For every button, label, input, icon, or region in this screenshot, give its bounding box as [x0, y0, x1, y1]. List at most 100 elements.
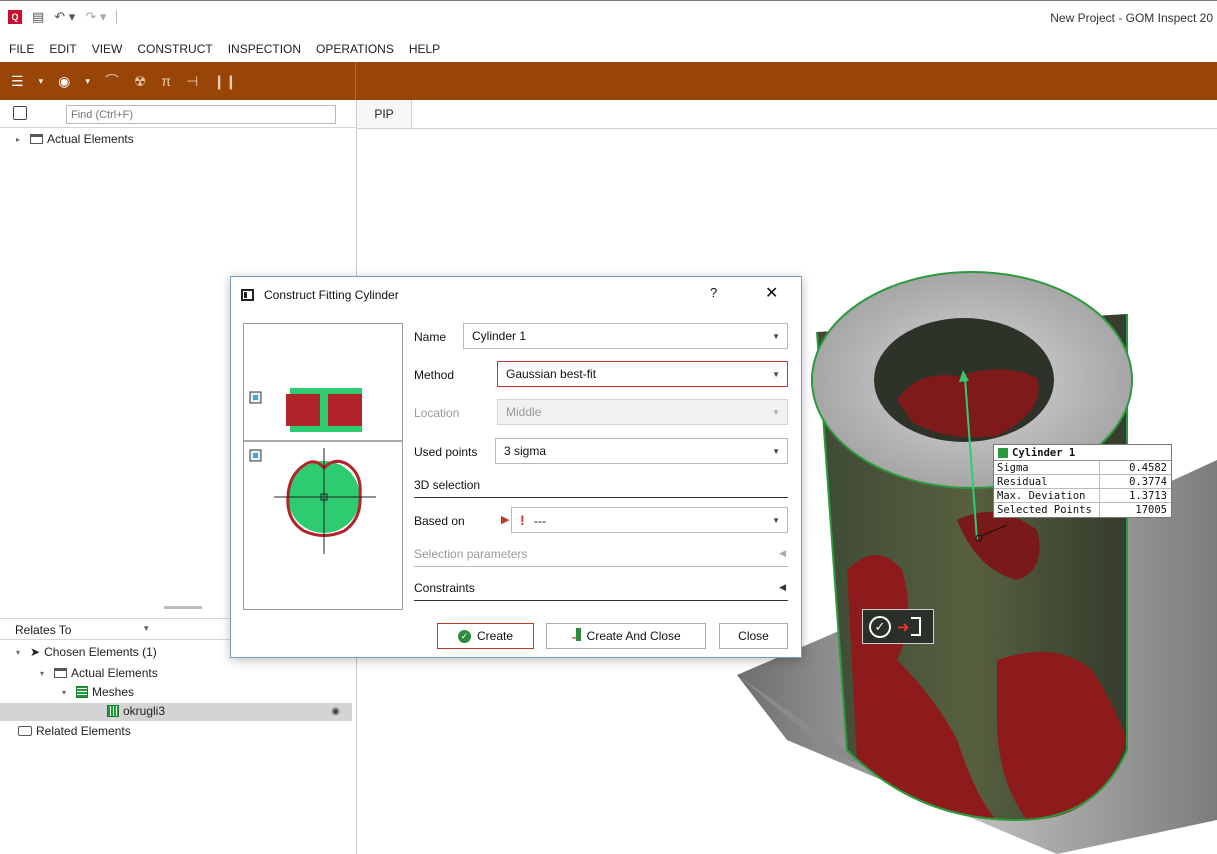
tree-item-chosen-elements[interactable]: ▾ ➤ Chosen Elements (1) — [16, 645, 157, 659]
based-on-value: --- — [534, 514, 547, 528]
section-constraints[interactable]: Constraints ◀ — [414, 581, 788, 601]
create-button[interactable]: ✓ Create — [437, 623, 534, 649]
create-and-close-button[interactable]: ➜ Create And Close — [546, 623, 706, 649]
chevron-down-icon[interactable]: ▼ — [772, 325, 780, 349]
info-key: Max. Deviation — [994, 489, 1100, 502]
chevron-down-icon[interactable]: ▼ — [772, 440, 780, 464]
check-icon: ✓ — [457, 629, 471, 643]
info-row-sigma: Sigma 0.4582 — [994, 461, 1171, 475]
chevron-down-icon: ▼ — [772, 408, 780, 417]
based-on-label: Based on — [414, 514, 465, 528]
chevron-down-icon[interactable]: ▼ — [772, 363, 780, 387]
curve-icon[interactable]: ⊣ — [186, 74, 198, 88]
folder-icon — [54, 668, 67, 678]
location-value: Middle — [506, 405, 542, 419]
used-points-combo[interactable]: 3 sigma ▼ — [495, 438, 788, 464]
side-view-red-left — [286, 394, 320, 426]
app-logo-icon[interactable]: Q — [8, 10, 22, 24]
method-combo[interactable]: Gaussian best-fit ▼ — [497, 361, 788, 387]
selection-mode-icon[interactable] — [13, 106, 27, 120]
info-value: 17005 — [1135, 504, 1167, 516]
construct-fitting-cylinder-dialog: Construct Fitting Cylinder ? ✕ Name Cyli… — [230, 276, 802, 658]
close-button[interactable]: Close — [719, 623, 788, 649]
menu-edit[interactable]: EDIT — [49, 42, 76, 56]
collapse-arrow-icon[interactable]: ▾ — [62, 688, 72, 697]
section-title: 3D selection — [414, 478, 481, 492]
menu-bar: FILE EDIT VIEW CONSTRUCT INSPECTION OPER… — [0, 36, 1217, 62]
info-row-residual: Residual 0.3774 — [994, 475, 1171, 489]
warning-exclamation-icon: ! — [520, 512, 525, 528]
tree-item-actual-elements[interactable]: ▸ Actual Elements — [16, 132, 134, 146]
used-points-label: Used points — [414, 445, 478, 459]
collapse-arrow-icon[interactable]: ▾ — [16, 648, 26, 657]
save-icon[interactable]: ▤ — [32, 10, 44, 24]
used-points-value: 3 sigma — [504, 444, 547, 458]
method-value: Gaussian best-fit — [506, 367, 597, 381]
chevron-down-icon[interactable]: ▾ — [144, 623, 149, 634]
preview-graphics — [244, 388, 402, 554]
tree-item-actual-elements-child[interactable]: ▾ Actual Elements — [40, 666, 158, 680]
panel-splitter[interactable] — [164, 606, 202, 609]
title-bar: Q ▤ ↶ ▾ ↷ ▾ New Project - GOM Inspect 20 — [0, 0, 1217, 36]
nominal-icon[interactable]: ⌒ — [105, 74, 119, 88]
section-title: Constraints — [414, 581, 475, 595]
side-view-cube-face — [253, 395, 258, 400]
info-key: Sigma — [994, 461, 1100, 474]
menu-help[interactable]: HELP — [409, 42, 440, 56]
expand-arrow-icon[interactable]: ◀ — [779, 582, 786, 593]
search-row — [0, 100, 357, 128]
menu-icon[interactable]: ☰ — [11, 74, 24, 88]
cylinder-preview — [243, 323, 403, 610]
dialog-title: Construct Fitting Cylinder — [264, 288, 399, 302]
menu-dropdown-icon[interactable]: ▾ — [39, 76, 44, 87]
point-cloud-icon[interactable]: ☢ — [134, 74, 147, 88]
tree-item-selected-row[interactable]: okrugli3 ◉ — [0, 703, 352, 721]
spectrum-icon[interactable]: ❙❙ — [213, 74, 236, 88]
construct-icon[interactable]: ◉ — [58, 74, 70, 88]
create-and-close-label: Create And Close — [586, 629, 681, 643]
menu-operations[interactable]: OPERATIONS — [316, 42, 394, 56]
collapse-arrow-icon[interactable]: ▾ — [40, 669, 50, 678]
menu-inspection[interactable]: INSPECTION — [228, 42, 301, 56]
cylinder-icon — [998, 447, 1008, 458]
construct-dropdown-icon[interactable]: ▾ — [85, 76, 90, 87]
toolbar-separator — [116, 10, 118, 24]
menu-file[interactable]: FILE — [9, 42, 34, 56]
tree-item-label: Related Elements — [36, 724, 131, 738]
info-value: 1.3713 — [1129, 490, 1167, 502]
redo-icon[interactable]: ↷ ▾ — [85, 10, 106, 24]
chevron-down-icon[interactable]: ▼ — [772, 509, 780, 533]
dialog-title-bar: Construct Fitting Cylinder ? ✕ — [231, 277, 801, 313]
undo-icon[interactable]: ↶ ▾ — [54, 10, 75, 24]
section-3d-selection[interactable]: 3D selection — [414, 478, 788, 498]
info-key: Residual — [994, 475, 1100, 488]
info-key: Selected Points — [994, 503, 1100, 517]
required-indicator-icon: ▶ — [501, 514, 510, 526]
tree-item-label: okrugli3 — [123, 704, 166, 718]
confirm-check-icon[interactable]: ✓ — [869, 615, 891, 638]
tree-item-related-elements[interactable]: Related Elements — [18, 724, 131, 738]
cylinder-info-label[interactable]: Cylinder 1 Sigma 0.4582 Residual 0.3774 … — [993, 444, 1172, 518]
location-label: Location — [414, 406, 460, 420]
tree-item-okrugli3[interactable]: okrugli3 — [107, 704, 165, 718]
tree-item-label: Meshes — [92, 685, 135, 699]
help-button[interactable]: ? — [710, 285, 717, 300]
side-view-red-right — [328, 394, 362, 426]
mesh-icon[interactable]: π — [161, 74, 171, 88]
tree-item-meshes[interactable]: ▾ Meshes — [62, 685, 134, 699]
info-value: 0.3774 — [1129, 476, 1167, 488]
menu-construct[interactable]: CONSTRUCT — [137, 42, 212, 56]
dialog-window-icon — [241, 289, 254, 301]
exit-icon[interactable]: ➜ — [897, 617, 921, 636]
toolbar-group: ☰ ▾ ◉ ▾ ⌒ ☢ π ⊣ ❙❙ — [0, 62, 356, 100]
menu-view[interactable]: VIEW — [92, 42, 123, 56]
search-input[interactable] — [66, 105, 336, 124]
based-on-combo[interactable]: ! --- ▼ — [511, 507, 788, 533]
tree-item-label: Actual Elements — [47, 132, 134, 146]
method-label: Method — [414, 368, 455, 382]
visibility-eye-icon[interactable]: ◉ — [331, 706, 340, 717]
name-label: Name — [414, 330, 447, 344]
expand-arrow-icon[interactable]: ▸ — [16, 135, 26, 144]
name-combo[interactable]: Cylinder 1 ▼ — [463, 323, 788, 349]
close-icon[interactable]: ✕ — [765, 283, 778, 303]
